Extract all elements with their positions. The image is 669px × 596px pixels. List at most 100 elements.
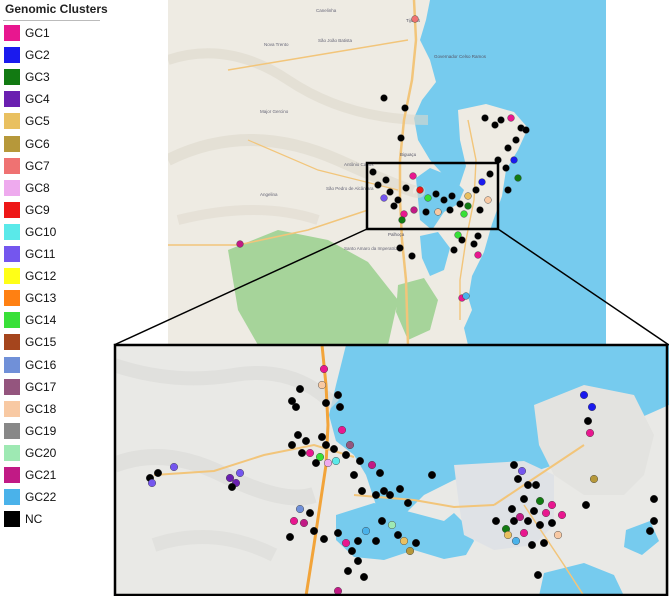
map-marker bbox=[504, 186, 512, 194]
map-marker bbox=[464, 192, 472, 200]
map-marker bbox=[337, 425, 346, 434]
map-marker bbox=[321, 399, 330, 408]
map-marker bbox=[540, 538, 549, 547]
map-marker bbox=[372, 490, 381, 499]
map-marker bbox=[170, 462, 179, 471]
map-marker bbox=[323, 458, 332, 467]
map-marker bbox=[497, 116, 505, 124]
map-marker bbox=[289, 516, 298, 525]
legend: Genomic Clusters GC1 GC2 GC3 GC4 GC5 GC6 GC7 GC… bbox=[0, 0, 108, 530]
legend-label: GC17 bbox=[25, 379, 57, 394]
map-marker bbox=[396, 484, 405, 493]
map-marker bbox=[516, 512, 525, 521]
map-marker bbox=[367, 460, 376, 469]
map-marker bbox=[401, 104, 409, 112]
legend-label: GC12 bbox=[25, 269, 57, 284]
map-marker bbox=[512, 136, 520, 144]
map-label-governador: Governador Celso Ramos bbox=[434, 54, 487, 59]
map-marker bbox=[650, 516, 659, 525]
map-marker bbox=[287, 440, 296, 449]
map-marker bbox=[402, 184, 410, 192]
legend-swatch bbox=[4, 290, 20, 307]
legend-swatch bbox=[4, 91, 20, 108]
map-marker bbox=[520, 528, 529, 537]
legend-label: GC1 bbox=[25, 26, 50, 40]
map-marker bbox=[305, 508, 314, 517]
map-marker bbox=[548, 500, 557, 509]
map-marker bbox=[580, 391, 589, 400]
map-marker bbox=[410, 206, 418, 214]
legend-label: GC21 bbox=[25, 468, 57, 482]
map-marker bbox=[514, 174, 522, 182]
map-marker bbox=[321, 440, 330, 449]
map-marker bbox=[353, 536, 362, 545]
map-marker bbox=[456, 200, 464, 208]
legend-swatch bbox=[4, 113, 20, 130]
map-marker bbox=[536, 496, 545, 505]
map-marker bbox=[474, 251, 482, 259]
legend-divider bbox=[3, 20, 100, 21]
map-label-sao-pedro: São Pedro de Alcântara bbox=[326, 186, 374, 191]
map-marker bbox=[319, 365, 328, 374]
detail-map[interactable] bbox=[114, 345, 669, 596]
map-marker bbox=[458, 236, 466, 244]
map-marker bbox=[305, 448, 314, 457]
map-marker bbox=[398, 216, 406, 224]
map-marker bbox=[450, 246, 458, 254]
legend-swatch bbox=[4, 467, 20, 483]
map-marker bbox=[514, 474, 523, 483]
legend-swatch bbox=[4, 511, 20, 528]
legend-swatch bbox=[4, 135, 20, 152]
map-label-antonio-carlos: Antônio Carlos bbox=[344, 162, 374, 167]
map-marker bbox=[460, 210, 468, 218]
map-marker bbox=[448, 192, 456, 200]
map-marker bbox=[582, 500, 591, 509]
map-marker bbox=[372, 536, 381, 545]
map-marker bbox=[293, 430, 302, 439]
legend-swatch bbox=[4, 47, 20, 64]
map-marker bbox=[343, 566, 352, 575]
legend-label: GC15 bbox=[25, 335, 57, 350]
legend-swatch bbox=[4, 334, 20, 351]
overview-map[interactable]: Canelinha Nova Trento São João Batista M… bbox=[168, 0, 606, 345]
map-marker bbox=[434, 208, 442, 216]
detail-map-canvas bbox=[114, 345, 669, 596]
map-marker bbox=[349, 470, 358, 479]
map-marker bbox=[341, 450, 350, 459]
map-marker bbox=[380, 194, 388, 202]
legend-label: GC10 bbox=[25, 224, 57, 239]
map-marker bbox=[462, 292, 470, 300]
map-marker bbox=[225, 473, 234, 482]
map-marker bbox=[428, 470, 437, 479]
map-marker bbox=[504, 530, 513, 539]
map-marker bbox=[518, 466, 527, 475]
map-marker bbox=[510, 460, 519, 469]
map-label-biguacu: Biguaçu bbox=[400, 152, 417, 157]
legend-label: GC20 bbox=[25, 445, 57, 460]
map-marker bbox=[394, 530, 403, 539]
legend-swatch bbox=[4, 25, 20, 41]
map-marker bbox=[476, 206, 484, 214]
map-marker bbox=[472, 186, 480, 194]
map-marker bbox=[333, 528, 342, 537]
legend-swatch bbox=[4, 312, 20, 329]
map-marker bbox=[353, 556, 362, 565]
legend-label: GC5 bbox=[25, 114, 50, 129]
map-marker bbox=[333, 391, 342, 400]
map-label-canelinha: Canelinha bbox=[316, 8, 337, 13]
map-marker bbox=[650, 494, 659, 503]
map-marker bbox=[335, 403, 344, 412]
map-marker bbox=[154, 468, 163, 477]
legend-label: NC bbox=[25, 512, 43, 527]
map-marker bbox=[333, 586, 342, 595]
map-marker bbox=[412, 538, 421, 547]
map-marker bbox=[397, 134, 405, 142]
map-marker bbox=[408, 252, 416, 260]
legend-swatch bbox=[4, 422, 20, 439]
map-marker bbox=[474, 232, 482, 240]
legend-label: GC11 bbox=[25, 247, 56, 261]
map-marker bbox=[530, 506, 539, 515]
map-label-santo-amaro: Santo Amaro da Imperatriz bbox=[344, 246, 398, 251]
map-marker bbox=[227, 482, 236, 491]
legend-label: GC3 bbox=[25, 70, 50, 85]
